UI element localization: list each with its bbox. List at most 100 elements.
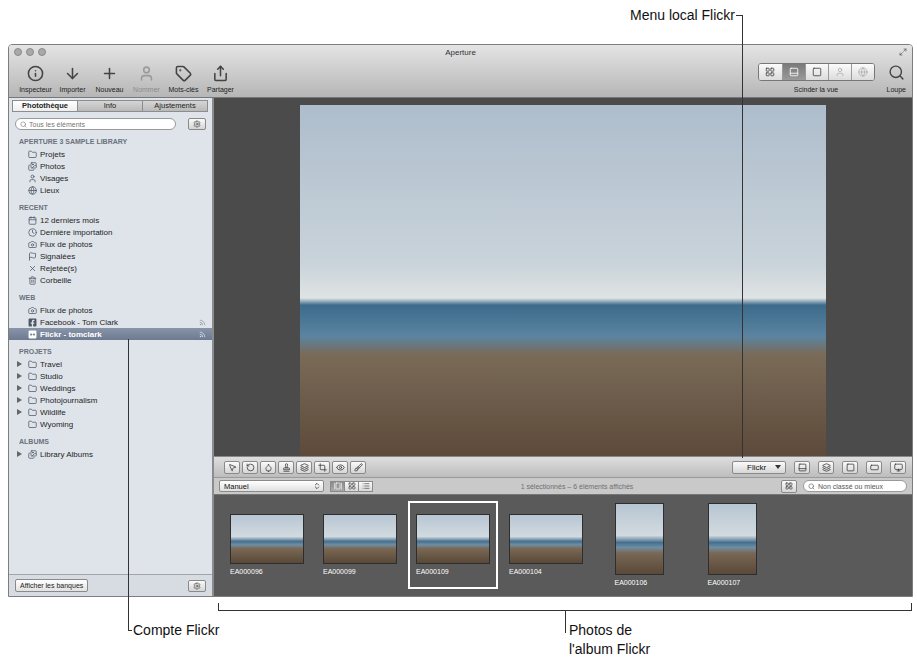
disclosure-triangle-icon[interactable] (17, 373, 25, 379)
tool-button[interactable] (242, 461, 258, 474)
control-button[interactable] (818, 461, 834, 474)
tool-button[interactable] (278, 461, 294, 474)
view-button[interactable] (782, 64, 805, 80)
sidebar-item[interactable]: Photos (9, 160, 212, 172)
disclosure-triangle-icon[interactable] (17, 361, 25, 367)
sidebar-item[interactable]: Wyoming (9, 418, 212, 430)
action-button[interactable] (188, 118, 206, 130)
thumbnail[interactable]: EA000107 (687, 501, 777, 589)
sidebar-item[interactable]: Library Albums (9, 448, 212, 460)
toolbar-button[interactable]: Mots-clés (165, 65, 202, 94)
tool-button[interactable] (224, 461, 240, 474)
fullscreen-icon[interactable] (899, 48, 907, 56)
sidebar-item[interactable]: Facebook - Tom Clark (9, 316, 212, 328)
sidebar-item[interactable]: Corbeille (9, 274, 212, 286)
sidebar-item[interactable]: Rejetée(s) (9, 262, 212, 274)
camera-icon (28, 240, 37, 249)
project-icon (28, 384, 37, 393)
tool-button[interactable] (350, 461, 366, 474)
toolbar-button[interactable]: Importer (54, 65, 91, 94)
pointer-icon (228, 463, 237, 472)
rectangle-icon (870, 463, 879, 472)
control-button[interactable] (890, 461, 906, 474)
edit-tools (224, 461, 366, 474)
sidebar-tab[interactable]: Info (77, 100, 143, 112)
top-annotation: Menu local Flickr (0, 0, 917, 44)
disclosure-triangle-icon[interactable] (17, 451, 25, 457)
thumbnail[interactable]: EA000099 (315, 501, 405, 589)
project-icon (28, 360, 37, 369)
library-section: RECENT12 derniers moisDernière importati… (9, 202, 212, 286)
annotated-screenshot: Menu local Flickr Aperture InspecteurImpor… (0, 0, 917, 662)
sidebar-item[interactable]: Signalées (9, 250, 212, 262)
sidebar-item[interactable]: 12 derniers mois (9, 214, 212, 226)
sidebar-tab[interactable]: Ajustements (142, 100, 208, 112)
toolbar-left: InspecteurImporterNouveauNommerMots-clés… (17, 65, 239, 94)
toolbar-button[interactable]: Nouveau (91, 65, 128, 94)
filter-icon (785, 482, 793, 490)
thumbnail[interactable]: EA000104 (501, 501, 591, 589)
control-button[interactable] (866, 461, 882, 474)
view-mode-button[interactable] (330, 481, 345, 492)
sidebar-item[interactable]: Weddings (9, 382, 212, 394)
disclosure-triangle-icon[interactable] (17, 409, 25, 415)
sidebar-item[interactable]: Photojournalism (9, 394, 212, 406)
thumbnail[interactable]: EA000106 (594, 501, 684, 589)
tool-button[interactable] (314, 461, 330, 474)
sidebar-item[interactable]: Travel (9, 358, 212, 370)
filmstrip-icon (334, 482, 342, 490)
sidebar-item[interactable]: Studio (9, 370, 212, 382)
gear-icon (193, 582, 201, 590)
sort-select[interactable]: Manuel (219, 480, 324, 492)
thumbnail[interactable]: EA000096 (222, 501, 312, 589)
tool-button[interactable] (296, 461, 312, 474)
filter-search[interactable]: Non classé ou mieux (803, 480, 907, 492)
control-button[interactable] (842, 461, 858, 474)
sidebar-item[interactable]: Wildlife (9, 406, 212, 418)
crop-icon (318, 463, 327, 472)
tool-button[interactable] (332, 461, 348, 474)
control-button[interactable] (794, 461, 810, 474)
view-mode-button[interactable] (344, 481, 359, 492)
thumbnail[interactable]: EA000109 (408, 501, 498, 589)
section-header: APERTURE 3 SAMPLE LIBRARY (9, 136, 212, 148)
sidebar-tab[interactable]: Photothèque (12, 100, 78, 112)
sidebar-item[interactable]: Flux de photos (9, 238, 212, 250)
fullscreen-button[interactable] (847, 48, 907, 56)
sidebar-item[interactable]: Dernière importation (9, 226, 212, 238)
info-icon (27, 65, 44, 82)
sidebar-item[interactable]: Flux de photos (9, 304, 212, 316)
disclosure-triangle-icon[interactable] (17, 385, 25, 391)
show-vaults-button[interactable]: Afficher les banques (15, 579, 88, 592)
sidebar-item[interactable]: Flickr - tomclark (9, 328, 212, 340)
flickr-menu-callout: Menu local Flickr (630, 7, 735, 24)
view-button[interactable] (759, 64, 782, 80)
library-section: ALBUMSLibrary Albums (9, 436, 212, 460)
window-title: Aperture (74, 48, 847, 57)
thumbnail-image (708, 503, 757, 575)
sidebar-item[interactable]: Visages (9, 172, 212, 184)
view-mode-button[interactable] (358, 481, 373, 492)
zoom-icon[interactable] (38, 48, 46, 56)
close-icon[interactable] (14, 48, 22, 56)
footer-action-button[interactable] (188, 580, 206, 592)
sidebar-item[interactable]: Lieux (9, 184, 212, 196)
toolbar-button[interactable]: Partager (202, 65, 239, 94)
sidebar-item[interactable]: Projets (9, 148, 212, 160)
project-icon (28, 408, 37, 417)
album-photos-callout: Photos del'album Flickr (569, 622, 650, 658)
flickr-account-callout: Compte Flickr (133, 622, 569, 658)
share-icon (212, 65, 229, 82)
tool-button[interactable] (260, 461, 276, 474)
library-search[interactable]: Tous les éléments (15, 118, 176, 130)
view-button[interactable] (805, 64, 828, 80)
minimize-icon[interactable] (26, 48, 34, 56)
loupe-button[interactable]: Loupe (887, 64, 906, 94)
disclosure-triangle-icon[interactable] (17, 397, 25, 403)
filter-button[interactable] (781, 480, 797, 493)
aperture-window: Aperture InspecteurImporterNouveauNommerM… (8, 44, 913, 597)
layers-icon (822, 463, 831, 472)
toolbar-button[interactable]: Inspecteur (17, 65, 54, 94)
flickr-popup[interactable]: Flickr (732, 461, 786, 474)
facebook-icon (28, 318, 37, 327)
